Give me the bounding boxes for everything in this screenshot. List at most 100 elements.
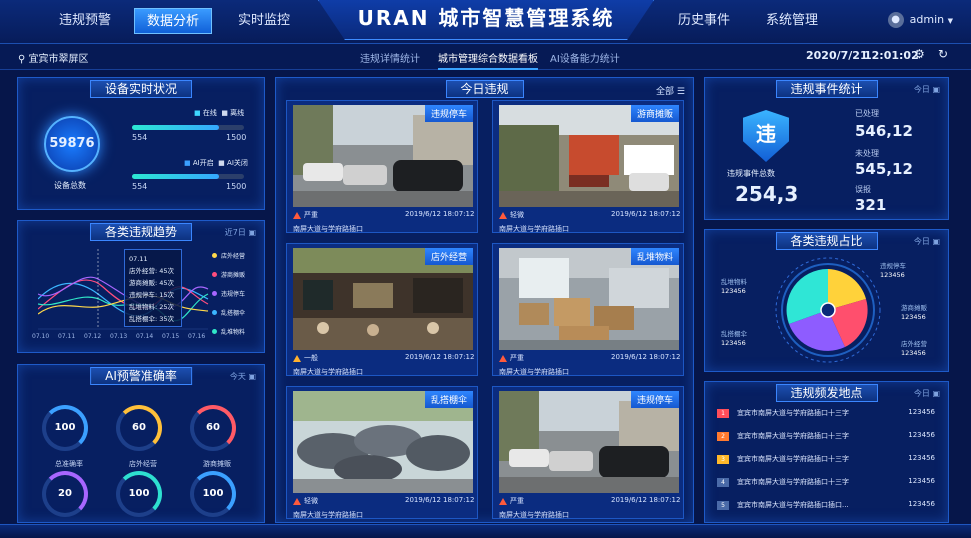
rank-badge: 3 — [717, 455, 729, 464]
share-label-value: 123456 — [901, 349, 926, 357]
calendar-icon: ▣ — [932, 389, 940, 398]
online-legend: ■ 在线 ■ 离线 — [194, 109, 245, 117]
misreport-label: 误报 — [855, 185, 871, 194]
location[interactable]: ⚲ 宜宾市翠屏区 — [18, 50, 89, 65]
top-bar: 违规预警 数据分析 实时监控 URAN 城市智慧管理系统 历史事件 系统管理 ●… — [0, 0, 971, 44]
tooltip-row: 游商摊贩: 45次 — [129, 279, 175, 287]
warning-icon — [499, 497, 507, 505]
nav-warning[interactable]: 违规预警 — [44, 8, 126, 34]
violation-meta: 严重 2019/6/12 18:07:12 南屏大道与学府路插口 — [293, 210, 474, 234]
legend-item: 乱搭棚伞 — [212, 308, 264, 317]
handled-label: 已处理 — [855, 109, 879, 118]
violation-date: 2019/6/12 — [611, 353, 647, 361]
time: 12:01:02 — [864, 49, 919, 62]
tab-violation-detail[interactable]: 违规详情统计 — [360, 50, 420, 65]
x-tick-label: 07.11 — [58, 333, 76, 340]
filter-all[interactable]: 全部 ☰ — [656, 84, 685, 97]
violation-date: 2019/6/12 — [405, 210, 441, 218]
violation-meta-row: 轻微 2019/6/12 18:07:12 — [499, 210, 680, 221]
violation-meta: 一般 2019/6/12 18:07:12 南屏大道与学府路插口 — [293, 353, 474, 377]
settings-icon[interactable]: ⚙ — [914, 47, 925, 61]
violation-photo[interactable]: 违规停车 — [293, 105, 473, 207]
severity-level: 一般 — [304, 354, 318, 362]
legend-dot — [212, 272, 217, 277]
hotspot-count: 123456 — [908, 477, 935, 485]
violation-meta: 轻微 2019/6/12 18:07:12 南屏大道与学府路插口 — [499, 210, 680, 234]
x-tick-label: 07.10 — [32, 333, 50, 340]
hotspot-row[interactable]: 5 宜宾市南屏大道与学府路插口插口... 123456 — [717, 500, 943, 514]
legend-dot — [212, 253, 217, 258]
violation-card[interactable]: 违规停车 严重 2019/6/12 18:07:12 南屏大道与学府路插口 — [492, 386, 684, 519]
accuracy-range[interactable]: 今天 ▣ — [230, 371, 256, 382]
violation-card[interactable]: 店外经营 一般 2019/6/12 18:07:12 南屏大道与学府路插口 — [286, 243, 478, 376]
device-status-panel: 设备实时状况 59876 设备总数 ■ 在线 ■ 离线 554 1500 ■ A… — [17, 77, 265, 210]
share-label: 游商摊贩 123456 — [901, 304, 927, 322]
violation-card[interactable]: 游商摊贩轻微 2019/6/12 18:07:12 南屏大道与学府路插口 — [492, 100, 684, 233]
legend-label: 乱堆物料 — [221, 329, 246, 336]
nav-realtime-monitor[interactable]: 实时监控 — [222, 8, 306, 34]
device-total-label: 设备总数 — [54, 181, 86, 190]
violation-photo[interactable]: 违规停车 — [499, 391, 679, 493]
violation-card[interactable]: 乱搭棚伞 轻微 2019/6/12 18:07:12 南屏大道与学府路插口 — [286, 386, 478, 519]
hotspot-place: 宜宾市南屏大道与学府路插口十三字 — [737, 478, 849, 486]
nav-history[interactable]: 历史事件 — [664, 8, 744, 34]
refresh-icon[interactable]: ↻ — [938, 47, 948, 61]
user-menu[interactable]: ● admin ▼ — [887, 12, 953, 28]
hotspot-range[interactable]: 今日 ▣ — [914, 388, 940, 399]
gauge-value: 100 — [202, 488, 224, 499]
violation-stats-panel: 违规事件统计 今日 ▣ 违 违规事件总数 254,3 已处理 546,12 未处… — [704, 77, 949, 220]
violation-place: 南屏大道与学府路插口 — [293, 511, 363, 519]
violation-place: 南屏大道与学府路插口 — [499, 511, 569, 519]
legend-label: 违规停车 — [221, 291, 246, 298]
legend-item: 店外经营 — [212, 251, 264, 260]
total-count: 254,3 — [735, 182, 799, 206]
calendar-icon: ▣ — [932, 85, 940, 94]
hotspot-place: 宜宾市南屏大道与学府路插口十三字 — [737, 455, 849, 463]
violation-card[interactable]: 乱堆物料 严重 2019/6/12 18:07:12 南屏大道与学府路插口 — [492, 243, 684, 376]
online-value: 554 — [132, 133, 148, 142]
violation-date: 2019/6/12 — [611, 210, 647, 218]
share-label: 乱堆物料 123456 — [721, 278, 747, 296]
tab-ai-device[interactable]: AI设备能力统计 — [550, 50, 620, 65]
tab-dashboard[interactable]: 城市管理综合数据看板 — [438, 50, 538, 70]
violation-time: 18:07:12 — [649, 353, 681, 361]
handled-count: 546,12 — [855, 122, 913, 140]
gauge-label: 游商摊贩 — [203, 460, 231, 468]
share-label-value: 123456 — [721, 287, 746, 295]
hotspot-count: 123456 — [908, 500, 935, 508]
accuracy-panel: AI预警准确率 今天 ▣ 100总准确率60店外经营60游商摊贩20违规停车10… — [17, 364, 265, 534]
stats-range[interactable]: 今日 ▣ — [914, 84, 940, 95]
legend-item: 乱堆物料 — [212, 327, 264, 336]
accuracy-gauge: 20违规停车 — [42, 471, 88, 534]
share-range[interactable]: 今日 ▣ — [914, 236, 940, 247]
nav-data-analysis[interactable]: 数据分析 — [134, 8, 212, 34]
gauge-value: 60 — [132, 422, 146, 433]
violation-place: 南屏大道与学府路插口 — [499, 368, 569, 376]
violation-photo[interactable]: 乱搭棚伞 — [293, 391, 473, 493]
violation-photo[interactable]: 乱堆物料 — [499, 248, 679, 350]
violation-photo[interactable]: 店外经营 — [293, 248, 473, 350]
hotspot-row[interactable]: 3 宜宾市南屏大道与学府路插口十三字 123456 — [717, 454, 943, 468]
x-tick-label: 07.14 — [136, 333, 154, 340]
violation-type-tag: 违规停车 — [630, 391, 679, 408]
violation-photo[interactable]: 游商摊贩 — [499, 105, 679, 207]
violation-date: 2019/6/12 — [405, 353, 441, 361]
hotspot-row[interactable]: 1 宜宾市南屏大道与学府路插口十三字 123456 — [717, 408, 943, 422]
calendar-icon: ▣ — [248, 228, 256, 237]
hotspot-count: 123456 — [908, 408, 935, 416]
hotspot-row[interactable]: 4 宜宾市南屏大道与学府路插口十三字 123456 — [717, 477, 943, 491]
panel-title: AI预警准确率 — [90, 367, 192, 385]
panel-title: 违规事件统计 — [775, 80, 878, 98]
rank-badge: 1 — [717, 409, 729, 418]
violation-place: 南屏大道与学府路插口 — [293, 225, 363, 233]
today-violation-panel: 今日违规 全部 ☰ 违规停车 严重 2019/6/12 18:07:12 南屏大道与学府… — [275, 77, 694, 523]
hotspot-row[interactable]: 2 宜宾市南屏大道与学府路插口十三字 123456 — [717, 431, 943, 445]
violation-card[interactable]: 违规停车严重 2019/6/12 18:07:12 南屏大道与学府路插口 — [286, 100, 478, 233]
nav-system[interactable]: 系统管理 — [752, 8, 832, 34]
trend-range[interactable]: 近7日 ▣ — [225, 227, 256, 238]
violation-type-tag: 乱堆物料 — [630, 248, 679, 265]
gauge-value: 60 — [206, 422, 220, 433]
panel-title: 违规频发地点 — [775, 384, 878, 402]
ai-legend: ■ AI开启 ■ AI关闭 — [184, 159, 248, 167]
tooltip-row: 违规停车: 15次 — [129, 291, 175, 299]
